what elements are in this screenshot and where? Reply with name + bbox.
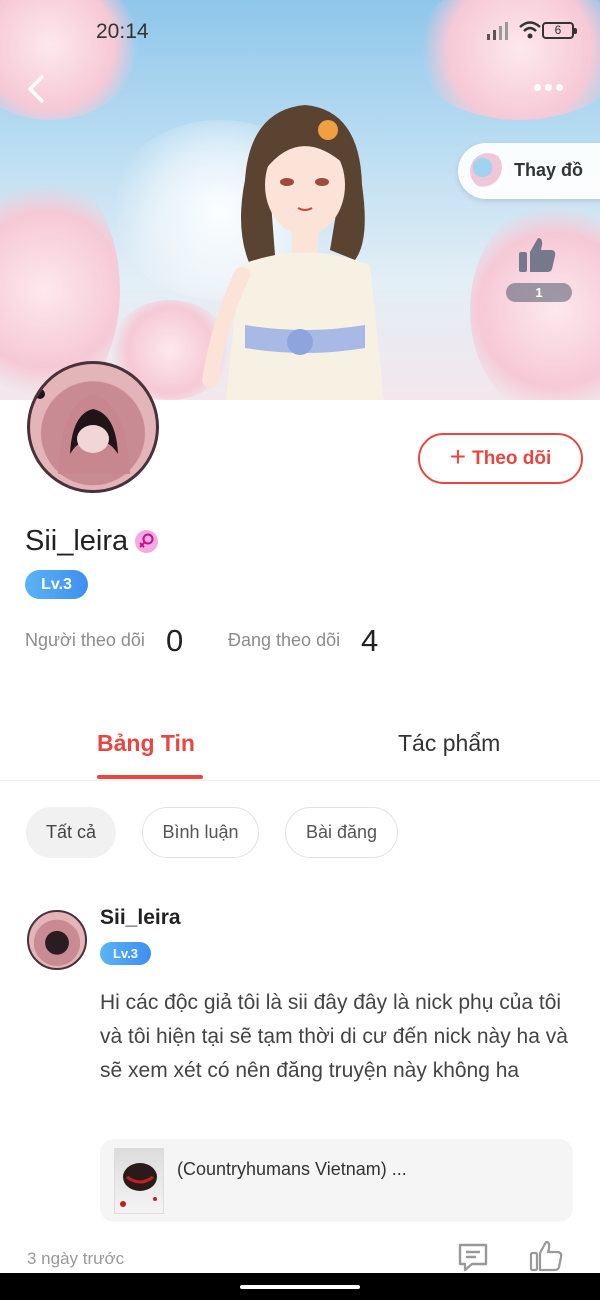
post-like-icon[interactable] <box>528 1238 564 1274</box>
follow-button-label: Theo dõi <box>472 447 552 469</box>
home-indicator[interactable] <box>240 1285 360 1289</box>
signal-icon <box>487 22 508 40</box>
outfit-thumbnail <box>470 153 506 189</box>
female-icon <box>135 530 158 553</box>
status-bar: 20:14 6 <box>0 0 600 62</box>
wifi-icon <box>519 21 541 39</box>
active-tab-indicator <box>97 775 203 779</box>
back-icon[interactable] <box>22 72 52 106</box>
thumbs-up-icon[interactable] <box>516 234 558 276</box>
more-icon[interactable] <box>532 78 572 98</box>
tab-news-feed[interactable]: Bảng Tin <box>97 730 195 757</box>
tab-works[interactable]: Tác phẩm <box>398 730 500 757</box>
post-author-avatar[interactable] <box>27 910 87 970</box>
tabs-divider <box>0 780 600 781</box>
story-cover-thumbnail <box>114 1148 164 1214</box>
followers-count[interactable]: 0 <box>166 623 183 659</box>
post-text[interactable]: Hi các độc giả tôi là sii đây đây là nic… <box>100 986 580 1088</box>
linked-story-card[interactable]: (Countryhumans Vietnam) ... <box>100 1139 573 1222</box>
profile-username: Sii_leira <box>25 525 129 557</box>
status-time: 20:14 <box>96 20 149 43</box>
like-count: 1 <box>506 283 572 302</box>
following-count[interactable]: 4 <box>361 623 378 659</box>
level-badge: Lv.3 <box>25 570 88 599</box>
comment-icon[interactable] <box>456 1240 490 1274</box>
change-outfit-label: Thay đồ <box>514 160 584 180</box>
change-outfit-button[interactable]: Thay đồ <box>458 143 600 199</box>
filter-all[interactable]: Tất cả <box>26 807 116 858</box>
followers-label[interactable]: Người theo dõi <box>25 630 145 651</box>
following-label[interactable]: Đang theo dõi <box>228 630 340 651</box>
profile-page: 20:14 6 Thay đồ 1 + Theo dõi Sii_leira L… <box>0 0 600 1300</box>
profile-avatar[interactable] <box>27 361 159 493</box>
post-author-name[interactable]: Sii_leira <box>100 906 181 930</box>
battery-icon: 6 <box>542 22 577 39</box>
filter-posts[interactable]: Bài đăng <box>285 807 398 858</box>
filter-comments[interactable]: Bình luận <box>142 807 259 858</box>
post-level-badge: Lv.3 <box>100 942 151 965</box>
profile-banner: 20:14 6 Thay đồ 1 <box>0 0 600 400</box>
follow-button[interactable]: + Theo dõi <box>418 433 583 484</box>
character-illustration <box>202 105 384 400</box>
plus-icon: + <box>449 441 467 472</box>
avatar-image <box>35 389 130 474</box>
post-timestamp: 3 ngày trước <box>27 1249 125 1268</box>
linked-story-title: (Countryhumans Vietnam) ... <box>177 1159 407 1179</box>
